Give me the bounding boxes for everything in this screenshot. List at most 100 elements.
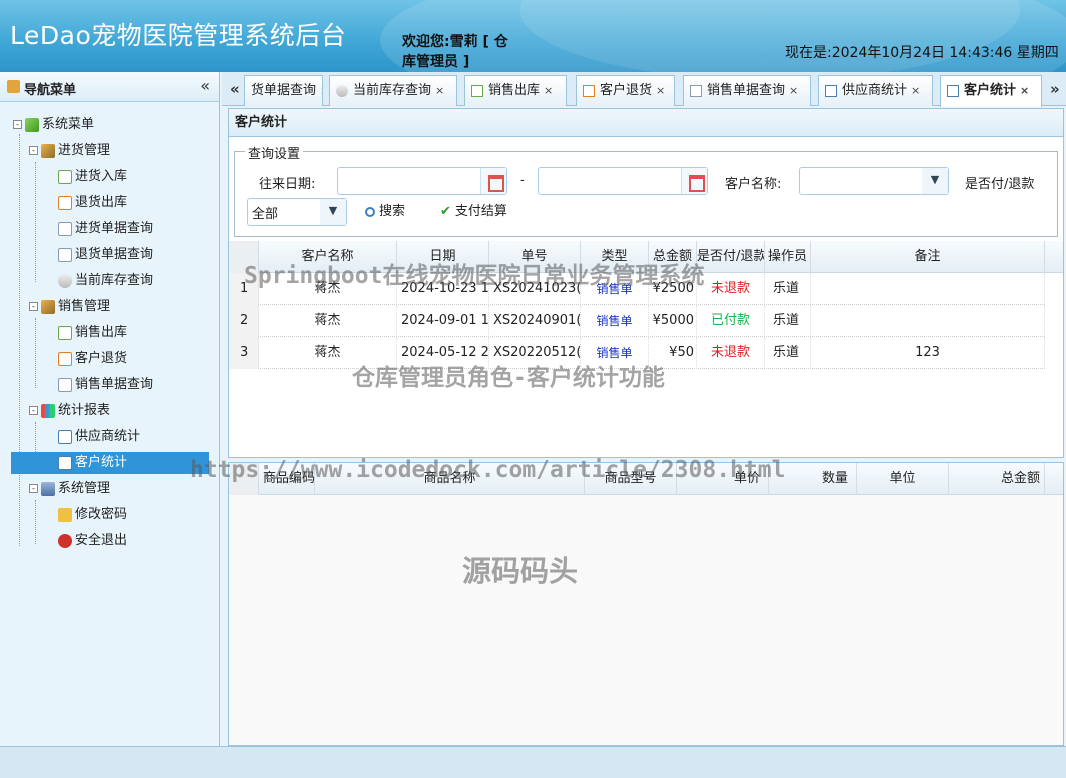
tab-customer-return[interactable]: 客户退货 × — [576, 75, 675, 106]
cell-paid-status: 已付款 — [697, 305, 765, 337]
tab-label: 供应商统计 — [842, 83, 908, 98]
collapse-toggle-icon[interactable]: - — [13, 120, 22, 129]
tab-label: 当前库存查询 — [353, 83, 432, 98]
header-banner: LeDao宠物医院管理系统后台 欢迎您:雪莉 [ 仓库管理员 ] 现在是:202… — [0, 0, 1066, 72]
customer-select[interactable]: ▼ — [799, 167, 949, 195]
search-button[interactable]: 搜索 — [365, 201, 405, 223]
close-icon[interactable]: × — [911, 84, 920, 97]
sidebar-item-sales-query[interactable]: 销售单据查询 — [58, 374, 153, 396]
chevron-down-icon[interactable]: ▼ — [922, 168, 948, 194]
puzzle-icon — [25, 117, 39, 132]
tree-line — [35, 318, 36, 388]
password-icon — [58, 507, 72, 522]
panel-title: 客户统计 — [229, 109, 1063, 137]
tab-sales-out[interactable]: 销售出库 × — [464, 75, 567, 106]
tree-group-sales[interactable]: - 销售管理 — [29, 296, 110, 318]
collapse-toggle-icon[interactable]: - — [29, 484, 38, 493]
tab-customer-stats[interactable]: 客户统计 × — [940, 75, 1042, 107]
sidebar-item-stock-query[interactable]: 当前库存查询 — [58, 270, 153, 292]
sidebar-item-supplier-stats[interactable]: 供应商统计 — [58, 426, 140, 448]
sidebar-item-label: 安全退出 — [75, 533, 128, 548]
sidebar-item-return-out[interactable]: 退货出库 — [58, 192, 127, 214]
date-to-input[interactable] — [538, 167, 708, 195]
database-icon — [58, 273, 72, 288]
tab-bar: « 货单据查询× 当前库存查询× 销售出库× 客户退货× 销售单据查询× 供应商… — [222, 72, 1066, 107]
column-header[interactable]: 操作员 — [765, 241, 811, 273]
logout-icon — [58, 533, 72, 548]
calendar-icon[interactable] — [681, 168, 707, 194]
welcome-text: 欢迎您:雪莉 [ 仓库管理员 ] — [402, 34, 508, 70]
collapse-toggle-icon[interactable]: - — [29, 146, 38, 155]
table-row[interactable]: 2 蒋杰 2024-09-01 1 XS20240901( 销售单 ¥5000 … — [229, 305, 1045, 337]
tree-group-label: 进货管理 — [58, 143, 111, 158]
customer-label: 客户名称: — [725, 177, 782, 192]
tab-scroll-right-button[interactable]: » — [1050, 80, 1060, 98]
arrow-out-icon — [583, 84, 595, 97]
tree-line — [35, 162, 36, 282]
column-header[interactable]: 总金额 — [949, 463, 1045, 495]
chevron-down-icon[interactable]: ▼ — [320, 199, 346, 225]
sidebar-item-change-password[interactable]: 修改密码 — [58, 504, 127, 526]
close-icon[interactable]: × — [544, 84, 553, 97]
chart-icon — [947, 84, 959, 97]
tab-label: 客户退货 — [600, 83, 653, 98]
row-number: 3 — [229, 337, 259, 369]
tab-stock-query[interactable]: 当前库存查询 × — [329, 75, 457, 106]
arrow-out-icon — [58, 351, 72, 366]
column-header[interactable]: 单位 — [857, 463, 949, 495]
tree-group-purchase[interactable]: - 进货管理 — [29, 140, 110, 162]
close-icon[interactable]: × — [435, 84, 444, 97]
monitor-icon — [41, 481, 55, 496]
collapse-toggle-icon[interactable]: - — [29, 406, 38, 415]
tab-label: 销售单据查询 — [707, 83, 786, 98]
chart-icon — [58, 429, 72, 444]
arrow-in-icon — [58, 325, 72, 340]
tree-group-system[interactable]: - 系统管理 — [29, 478, 110, 500]
tree-group-label: 销售管理 — [58, 299, 111, 314]
sidebar-item-customer-stats[interactable]: 客户统计 — [11, 452, 209, 474]
sidebar-item-logout[interactable]: 安全退出 — [58, 530, 127, 552]
sidebar: 导航菜单 « - 系统菜单 - 进货管理 进货入库 退货出库 进货单据查询 退货单据… — [0, 72, 220, 746]
column-header[interactable]: 是否付/退款 — [697, 241, 765, 273]
tab-supplier-stats[interactable]: 供应商统计 × — [818, 75, 933, 106]
sidebar-item-label: 供应商统计 — [75, 429, 141, 444]
folder-icon — [41, 299, 55, 314]
tree-line — [19, 134, 20, 546]
app-title: LeDao宠物医院管理系统后台 — [10, 21, 347, 50]
close-icon[interactable]: × — [1020, 84, 1029, 97]
tree-group-label: 统计报表 — [58, 403, 111, 418]
tab-scroll-left-button[interactable]: « — [230, 80, 240, 98]
close-icon[interactable]: × — [320, 84, 322, 97]
sidebar-item-return-query[interactable]: 退货单据查询 — [58, 244, 153, 266]
date-from-input[interactable] — [337, 167, 507, 195]
collapse-toggle-icon[interactable]: - — [29, 302, 38, 311]
paid-status-select[interactable]: 全部 ▼ — [247, 198, 347, 226]
sidebar-item-sales-out[interactable]: 销售出库 — [58, 322, 127, 344]
watermark-text: 仓库管理员角色-客户统计功能 — [352, 365, 665, 391]
tab-label: 客户统计 — [964, 83, 1017, 98]
cell-type: 销售单 — [581, 305, 649, 337]
sidebar-item-purchase-query[interactable]: 进货单据查询 — [58, 218, 153, 240]
tab-purchase-query[interactable]: 货单据查询× — [244, 75, 323, 106]
close-icon[interactable]: × — [656, 84, 665, 97]
paid-status-value: 全部 — [252, 207, 279, 222]
paid-label: 是否付/退款 — [965, 177, 1035, 192]
arrow-in-icon — [471, 84, 483, 97]
footer-bar — [0, 746, 1066, 778]
query-settings: 查询设置 往来日期: - 客户名称: ▼ 是否付/退款 全部 ▼ 搜索 ✔ 支付… — [234, 143, 1058, 237]
document-search-icon — [58, 247, 72, 262]
close-icon[interactable]: × — [789, 84, 798, 97]
sidebar-item-customer-return[interactable]: 客户退货 — [58, 348, 127, 370]
calendar-icon[interactable] — [480, 168, 506, 194]
sidebar-item-label: 进货入库 — [75, 169, 128, 184]
sidebar-item-label: 修改密码 — [75, 507, 128, 522]
tree-group-reports[interactable]: - 统计报表 — [29, 400, 110, 422]
bar-chart-icon — [41, 403, 55, 418]
column-header[interactable]: 备注 — [811, 241, 1045, 273]
tab-label: 销售出库 — [488, 83, 541, 98]
tab-sales-query[interactable]: 销售单据查询 × — [683, 75, 811, 106]
settle-button[interactable]: ✔ 支付结算 — [440, 201, 507, 223]
collapse-sidebar-button[interactable]: « — [200, 76, 210, 95]
sidebar-item-purchase-in[interactable]: 进货入库 — [58, 166, 127, 188]
tree-root[interactable]: - 系统菜单 — [13, 114, 94, 136]
